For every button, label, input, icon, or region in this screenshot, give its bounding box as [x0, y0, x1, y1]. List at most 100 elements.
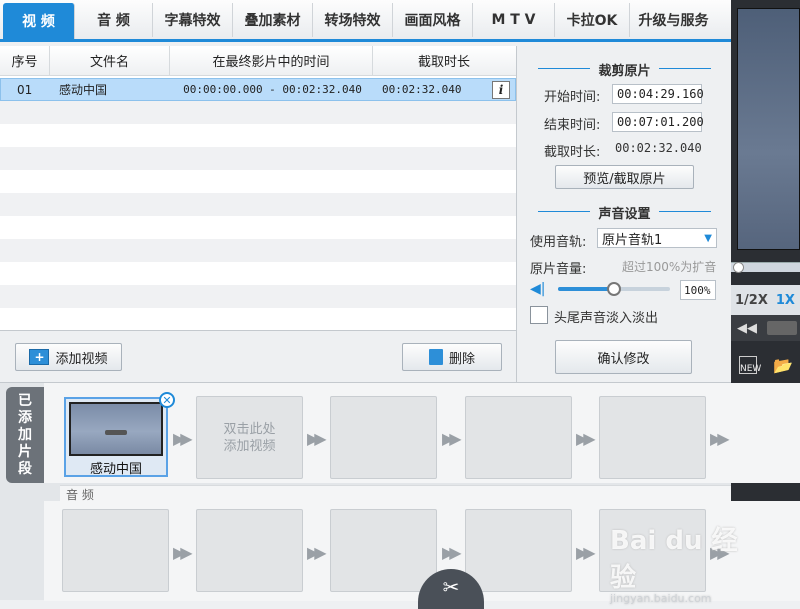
- volume-value-field[interactable]: 100%: [680, 280, 716, 300]
- volume-slider-knob[interactable]: [607, 282, 621, 296]
- empty-row: [0, 308, 516, 331]
- clip-section-title: 裁剪原片: [518, 60, 731, 79]
- row-duration: 00:02:32.040: [382, 83, 462, 96]
- info-icon[interactable]: i: [492, 80, 510, 99]
- start-time-field[interactable]: 00:04:29.160: [612, 84, 704, 104]
- empty-row: [0, 147, 516, 170]
- tab-transition-effects[interactable]: 转场特效: [313, 2, 393, 37]
- arrow-icon: ▶▶: [576, 429, 595, 448]
- watermark-logo: Bai du 经验 jingyan.baidu.com: [610, 520, 760, 605]
- add-video-icon: +: [29, 349, 50, 365]
- empty-row: [0, 193, 516, 216]
- empty-audio-slot[interactable]: [62, 509, 169, 592]
- side-label-char: 添: [18, 409, 32, 426]
- audio-track-header: 音 频: [60, 485, 731, 502]
- arrow-icon: ▶▶: [576, 543, 595, 562]
- empty-row: [0, 124, 516, 147]
- preview-toolbar: NEW 📂: [731, 350, 800, 380]
- seek-bar[interactable]: [731, 262, 800, 273]
- arrow-icon: ▶▶: [442, 543, 461, 562]
- progress-track[interactable]: [767, 321, 797, 335]
- rewind-icon[interactable]: ◀◀: [737, 321, 757, 336]
- empty-audio-slot[interactable]: [330, 509, 437, 592]
- empty-row: [0, 216, 516, 239]
- empty-row: [0, 239, 516, 262]
- playback-controls: ◀◀: [731, 315, 800, 341]
- tab-upgrade-service[interactable]: 升级与服务: [630, 3, 717, 37]
- empty-audio-slot[interactable]: [196, 509, 303, 592]
- arrow-icon: ▶▶: [173, 429, 192, 448]
- folder-icon[interactable]: 📂: [773, 356, 793, 375]
- arrow-icon: ▶▶: [710, 429, 729, 448]
- empty-row: [0, 170, 516, 193]
- tab-overlay-material[interactable]: 叠加素材: [233, 2, 313, 37]
- empty-video-slot[interactable]: 双击此处 添加视频: [196, 396, 303, 479]
- side-label-char: 已: [18, 392, 32, 409]
- add-video-button[interactable]: + 添加视频: [15, 343, 122, 371]
- tab-karaoke[interactable]: 卡拉OK: [555, 2, 630, 37]
- speed-selector: 1/2X 1X: [731, 285, 800, 315]
- add-video-label: 添加视频: [55, 351, 108, 367]
- row-final-time: 00:00:00.000 - 00:02:32.040: [183, 83, 362, 96]
- seek-knob[interactable]: [733, 262, 744, 273]
- speaker-icon[interactable]: ◀|: [530, 282, 550, 296]
- clip-duration-value: 00:02:32.040: [615, 141, 702, 155]
- volume-slider-fill: [558, 287, 614, 291]
- end-time-label: 结束时间:: [544, 118, 601, 133]
- row-filename: 感动中国: [59, 83, 108, 97]
- tab-mtv[interactable]: M T V: [473, 2, 555, 37]
- side-label-char: 加: [18, 426, 32, 443]
- audio-track-select[interactable]: 原片音轨1 ▼: [597, 228, 717, 248]
- tab-bar: 视 频 音 频 字幕特效 叠加素材 转场特效 画面风格 M T V 卡拉OK 升…: [0, 0, 731, 42]
- tab-subtitle-effects[interactable]: 字幕特效: [153, 2, 233, 37]
- delete-label: 删除: [448, 351, 475, 367]
- clip-settings-panel: 裁剪原片 开始时间: 00:04:29.160 结束时间: 00:07:01.2…: [518, 46, 731, 382]
- audio-section-title: 声音设置: [518, 203, 731, 222]
- fade-checkbox[interactable]: [530, 306, 548, 324]
- empty-video-slot[interactable]: [330, 396, 437, 479]
- empty-row: [0, 262, 516, 285]
- table-header: 序号 文件名 在最终影片中的时间 截取时长: [0, 46, 516, 76]
- arrow-icon: ▶▶: [173, 543, 192, 562]
- timeline-clip[interactable]: 感动中国 ✕: [64, 392, 175, 477]
- watermark-url: jingyan.baidu.com: [610, 592, 712, 605]
- confirm-changes-button[interactable]: 确认修改: [555, 340, 692, 374]
- remove-clip-icon[interactable]: ✕: [159, 392, 175, 408]
- empty-audio-slot[interactable]: [465, 509, 572, 592]
- col-filename: 文件名: [50, 46, 170, 75]
- tab-video[interactable]: 视 频: [3, 2, 75, 39]
- speed-1x-option[interactable]: 1X: [776, 293, 795, 308]
- end-time-field[interactable]: 00:07:01.200: [612, 112, 704, 132]
- empty-row: [0, 285, 516, 308]
- speed-half-option[interactable]: 1/2X: [735, 293, 768, 308]
- arrow-icon: ▶▶: [307, 543, 326, 562]
- audio-track-value: 原片音轨1: [602, 232, 663, 248]
- audio-track-label: 使用音轨:: [530, 235, 587, 250]
- watermark-main: Bai du 经验: [610, 526, 738, 593]
- new-file-icon[interactable]: NEW: [739, 356, 761, 374]
- col-duration: 截取时长: [417, 55, 470, 70]
- col-final-time: 在最终影片中的时间: [170, 46, 373, 75]
- video-list: 序号 文件名 在最终影片中的时间 截取时长 01 感动中国 00:00:00.0…: [0, 46, 517, 330]
- list-actions-bar: + 添加视频 删除: [0, 330, 517, 382]
- tab-picture-style[interactable]: 画面风格: [393, 2, 473, 37]
- chevron-down-icon[interactable]: ▼: [704, 233, 712, 244]
- volume-label: 原片音量:: [530, 262, 587, 277]
- table-body: 01 感动中国 00:00:00.000 - 00:02:32.040 00:0…: [0, 78, 516, 331]
- volume-hint: 超过100%为扩音: [622, 260, 717, 274]
- row-index: 01: [17, 82, 33, 97]
- table-row[interactable]: 01 感动中国 00:00:00.000 - 00:02:32.040 00:0…: [0, 78, 516, 101]
- added-clips-tab[interactable]: 已 添 加 片 段: [6, 387, 44, 483]
- empty-video-slot[interactable]: [465, 396, 572, 479]
- volume-slider[interactable]: [558, 282, 670, 296]
- delete-button[interactable]: 删除: [402, 343, 502, 371]
- fade-label: 头尾声音淡入淡出: [554, 311, 659, 326]
- clip-duration-label: 截取时长:: [544, 145, 601, 160]
- preview-clip-button[interactable]: 预览/截取原片: [555, 165, 694, 189]
- empty-video-slot[interactable]: [599, 396, 706, 479]
- tab-audio[interactable]: 音 频: [75, 2, 153, 37]
- start-time-label: 开始时间:: [544, 90, 601, 105]
- clip-name: 感动中国: [89, 462, 142, 477]
- trash-icon: [428, 349, 443, 365]
- jet-icon: [105, 430, 127, 435]
